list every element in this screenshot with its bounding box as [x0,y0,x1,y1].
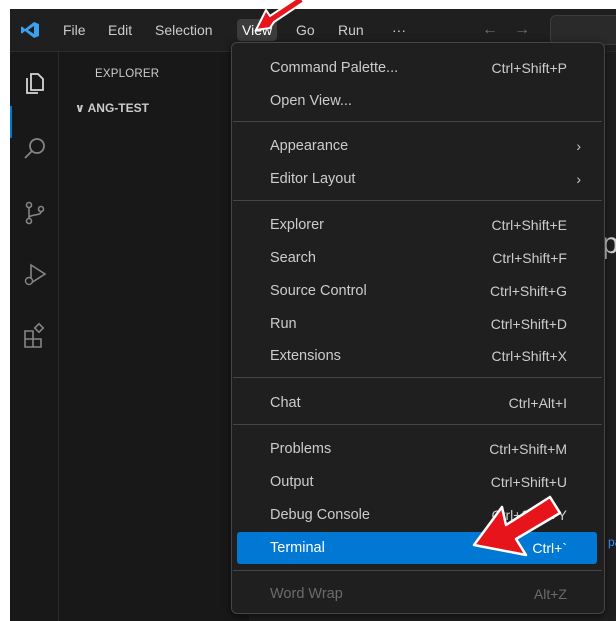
menu-item-command-palette[interactable]: Command Palette... Ctrl+Shift+P [237,54,597,82]
activity-bar [10,52,59,621]
command-center-search[interactable] [550,15,616,45]
menu-item-run[interactable]: Run Ctrl+Shift+D [237,310,597,338]
menu-item-explorer[interactable]: Explorer Ctrl+Shift+E [237,211,597,239]
menu-file[interactable]: File [58,19,91,41]
folder-label: ANG-TEST [87,101,149,115]
menu-edit[interactable]: Edit [103,19,137,41]
menu-item-label: Output [270,474,314,490]
chevron-right-icon: › [576,138,581,154]
menu-item-label: Word Wrap [270,586,343,602]
menu-item-label: Command Palette... [270,60,399,76]
chevron-right-icon: › [576,171,581,187]
menu-item-problems[interactable]: Problems Ctrl+Shift+M [237,435,597,463]
menu-separator [233,200,602,201]
menu-item-label: Explorer [270,217,324,233]
menu-item-label: Extensions [270,348,341,364]
menu-item-label: Search [270,250,316,266]
run-debug-icon[interactable] [22,262,48,288]
menu-separator [233,121,602,122]
menu-more[interactable]: ··· [387,19,411,41]
menu-item-shortcut: Ctrl+Shift+X [491,348,567,364]
menu-item-shortcut: Ctrl+Shift+G [489,283,567,299]
menu-item-label: Run [270,316,297,332]
menu-item-word-wrap[interactable]: Word Wrap Alt+Z [237,580,597,608]
menu-item-shortcut: Alt+Z [533,586,567,602]
menu-item-search[interactable]: Search Ctrl+Shift+F [237,244,597,272]
menu-item-label: Appearance [270,138,349,154]
menu-item-shortcut: Ctrl+Shift+F [492,250,567,266]
forward-arrow-icon[interactable]: → [514,19,530,41]
menu-item-appearance[interactable]: Appearance › [237,132,597,160]
menu-run[interactable]: Run [333,19,369,41]
menu-item-label: Debug Console [270,507,370,523]
menu-item-shortcut: Ctrl+Shift+E [491,217,567,233]
explorer-title: EXPLORER [95,68,160,80]
active-indicator [10,106,12,138]
menu-item-source-control[interactable]: Source Control Ctrl+Shift+G [237,277,597,305]
annotation-arrow-terminal-icon [472,495,562,557]
extensions-icon[interactable] [22,322,48,348]
back-arrow-icon[interactable]: ← [482,19,498,41]
menu-item-label: Chat [270,395,301,411]
menu-selection[interactable]: Selection [150,19,218,41]
vscode-logo-icon [21,22,39,38]
source-control-icon[interactable] [22,200,48,226]
chevron-down-icon: ∨ [75,101,85,115]
menu-item-label: Terminal [270,540,325,556]
editor-partial-link[interactable]: pa [608,535,616,549]
menu-item-label: Problems [270,441,332,457]
menu-item-chat[interactable]: Chat Ctrl+Alt+I [237,389,597,417]
explorer-icon[interactable] [22,70,48,96]
menu-item-shortcut: Ctrl+Shift+P [491,60,567,76]
menu-separator [233,377,602,378]
menu-separator [233,424,602,425]
menu-item-output[interactable]: Output Ctrl+Shift+U [237,468,597,496]
menu-item-shortcut: Ctrl+Shift+U [490,474,567,490]
explorer-sidebar: EXPLORER ∨ ANG-TEST [59,52,249,621]
search-icon[interactable] [22,136,48,162]
menu-item-shortcut: Ctrl+Shift+M [489,441,567,457]
folder-ang-test[interactable]: ∨ ANG-TEST [75,101,149,115]
menu-item-editor-layout[interactable]: Editor Layout › [237,165,597,193]
menu-item-label: Open View... [270,93,352,109]
annotation-arrow-view-icon [254,0,306,32]
menu-item-label: Editor Layout [270,171,356,187]
menu-item-shortcut: Ctrl+Alt+I [508,395,567,411]
menu-item-shortcut: Ctrl+Shift+D [490,316,567,332]
menu-item-label: Source Control [270,283,367,299]
menu-item-open-view[interactable]: Open View... [237,87,597,115]
menu-item-extensions[interactable]: Extensions Ctrl+Shift+X [237,342,597,370]
